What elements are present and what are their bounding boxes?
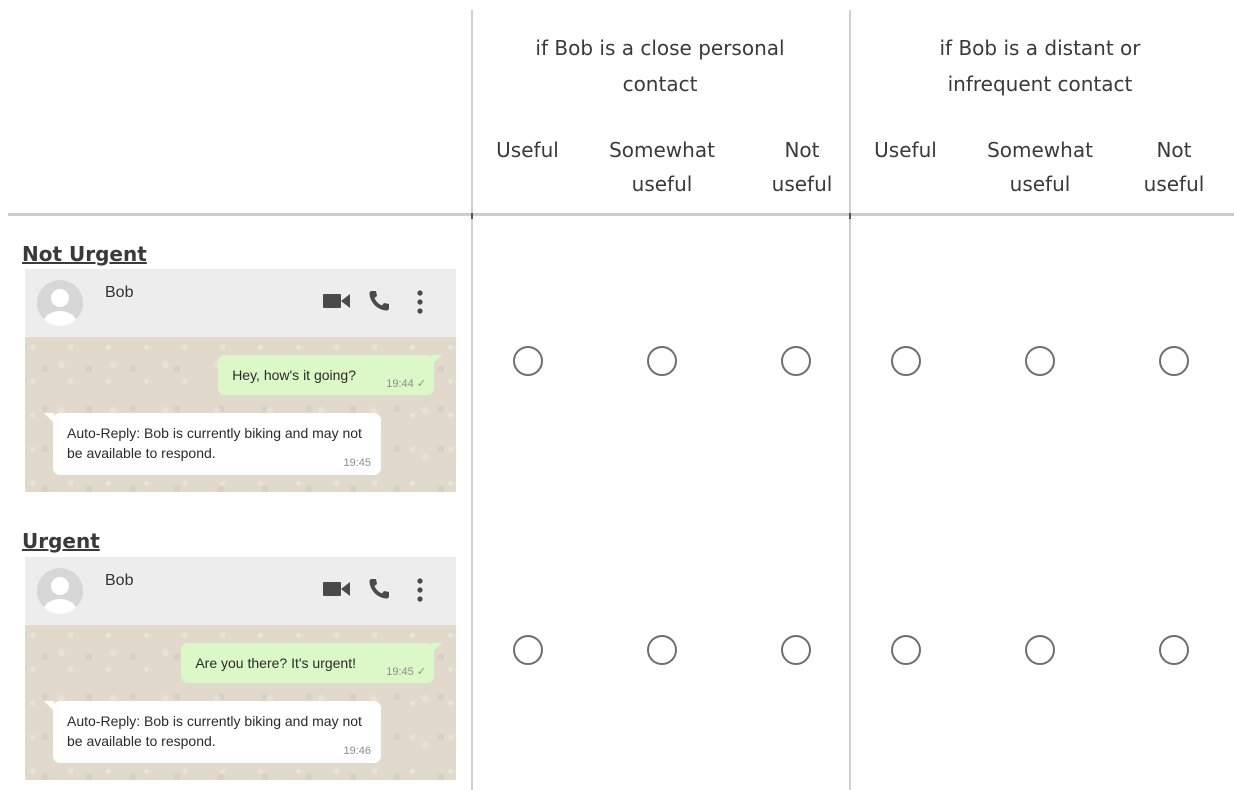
more-vertical-icon — [417, 578, 423, 602]
row-label-not-urgent: Not Urgent — [22, 242, 147, 266]
radio-not-urgent-distant-useful[interactable] — [891, 346, 921, 376]
radio-urgent-distant-useful[interactable] — [891, 635, 921, 665]
checkmark-icon: ✓ — [416, 666, 426, 678]
incoming-message: Auto-Reply: Bob is currently biking and … — [44, 701, 381, 763]
header-rule — [8, 213, 1234, 216]
column-header-somewhat-useful: Somewhat useful — [987, 138, 1093, 196]
header-rule-tick — [849, 213, 851, 219]
row-label-urgent: Urgent — [22, 529, 100, 553]
column-header-useful: Useful — [874, 138, 937, 162]
contact-name: Bob — [105, 572, 134, 589]
message-time: 19:45 ✓ — [386, 666, 426, 678]
radio-not-urgent-close-somewhat-useful[interactable] — [647, 346, 677, 376]
radio-not-urgent-close-useful[interactable] — [513, 346, 543, 376]
column-header-useful: Useful — [496, 138, 559, 162]
phone-icon — [369, 579, 389, 599]
message-time: 19:46 — [343, 745, 371, 757]
radio-urgent-close-somewhat-useful[interactable] — [647, 635, 677, 665]
outgoing-message: Hey, how's it going? 19:44 ✓ — [218, 355, 442, 395]
group-divider-left — [471, 10, 473, 790]
video-camera-icon — [323, 294, 350, 308]
radio-urgent-close-not-useful[interactable] — [781, 635, 811, 665]
incoming-message-text: Auto-Reply: Bob is currently biking and … — [67, 425, 362, 461]
message-time: 19:45 — [343, 457, 371, 469]
group-header-close: if Bob is a close personal contact — [535, 36, 785, 96]
more-vertical-icon — [417, 290, 423, 314]
chat-body: Are you there? It's urgent! 19:45 ✓ Auto-… — [25, 625, 456, 780]
group-divider-right — [849, 10, 851, 790]
header-rule-tick — [471, 213, 473, 219]
radio-not-urgent-distant-somewhat-useful[interactable] — [1025, 346, 1055, 376]
default-avatar-icon — [37, 280, 83, 326]
radio-not-urgent-distant-not-useful[interactable] — [1159, 346, 1189, 376]
chat-header: Bob — [25, 269, 456, 337]
chat-screenshot: Bob Hey, how's it going? 19:44 ✓ Auto-Rep… — [25, 269, 456, 492]
column-header-somewhat-useful: Somewhat useful — [609, 138, 715, 196]
outgoing-message-text: Hey, how's it going? — [232, 367, 356, 383]
radio-not-urgent-close-not-useful[interactable] — [781, 346, 811, 376]
outgoing-message: Are you there? It's urgent! 19:45 ✓ — [181, 643, 442, 683]
group-header-distant: if Bob is a distant or infrequent contac… — [939, 36, 1141, 96]
column-header-not-useful: Not useful — [1143, 138, 1205, 196]
chat-body: Hey, how's it going? 19:44 ✓ Auto-Reply: … — [25, 337, 456, 492]
outgoing-message-text: Are you there? It's urgent! — [195, 655, 356, 671]
chat-screenshot: Bob Are you there? It's urgent! 19:45 ✓ A… — [25, 557, 456, 780]
incoming-message: Auto-Reply: Bob is currently biking and … — [44, 413, 381, 475]
radio-urgent-close-useful[interactable] — [513, 635, 543, 665]
column-header-not-useful: Not useful — [771, 138, 833, 196]
video-camera-icon — [323, 582, 350, 596]
incoming-message-text: Auto-Reply: Bob is currently biking and … — [67, 713, 362, 749]
message-time: 19:44 ✓ — [386, 378, 426, 390]
radio-urgent-distant-not-useful[interactable] — [1159, 635, 1189, 665]
contact-name: Bob — [105, 284, 134, 301]
checkmark-icon: ✓ — [416, 378, 426, 390]
default-avatar-icon — [37, 568, 83, 614]
phone-icon — [369, 291, 389, 311]
radio-urgent-distant-somewhat-useful[interactable] — [1025, 635, 1055, 665]
chat-header: Bob — [25, 557, 456, 625]
